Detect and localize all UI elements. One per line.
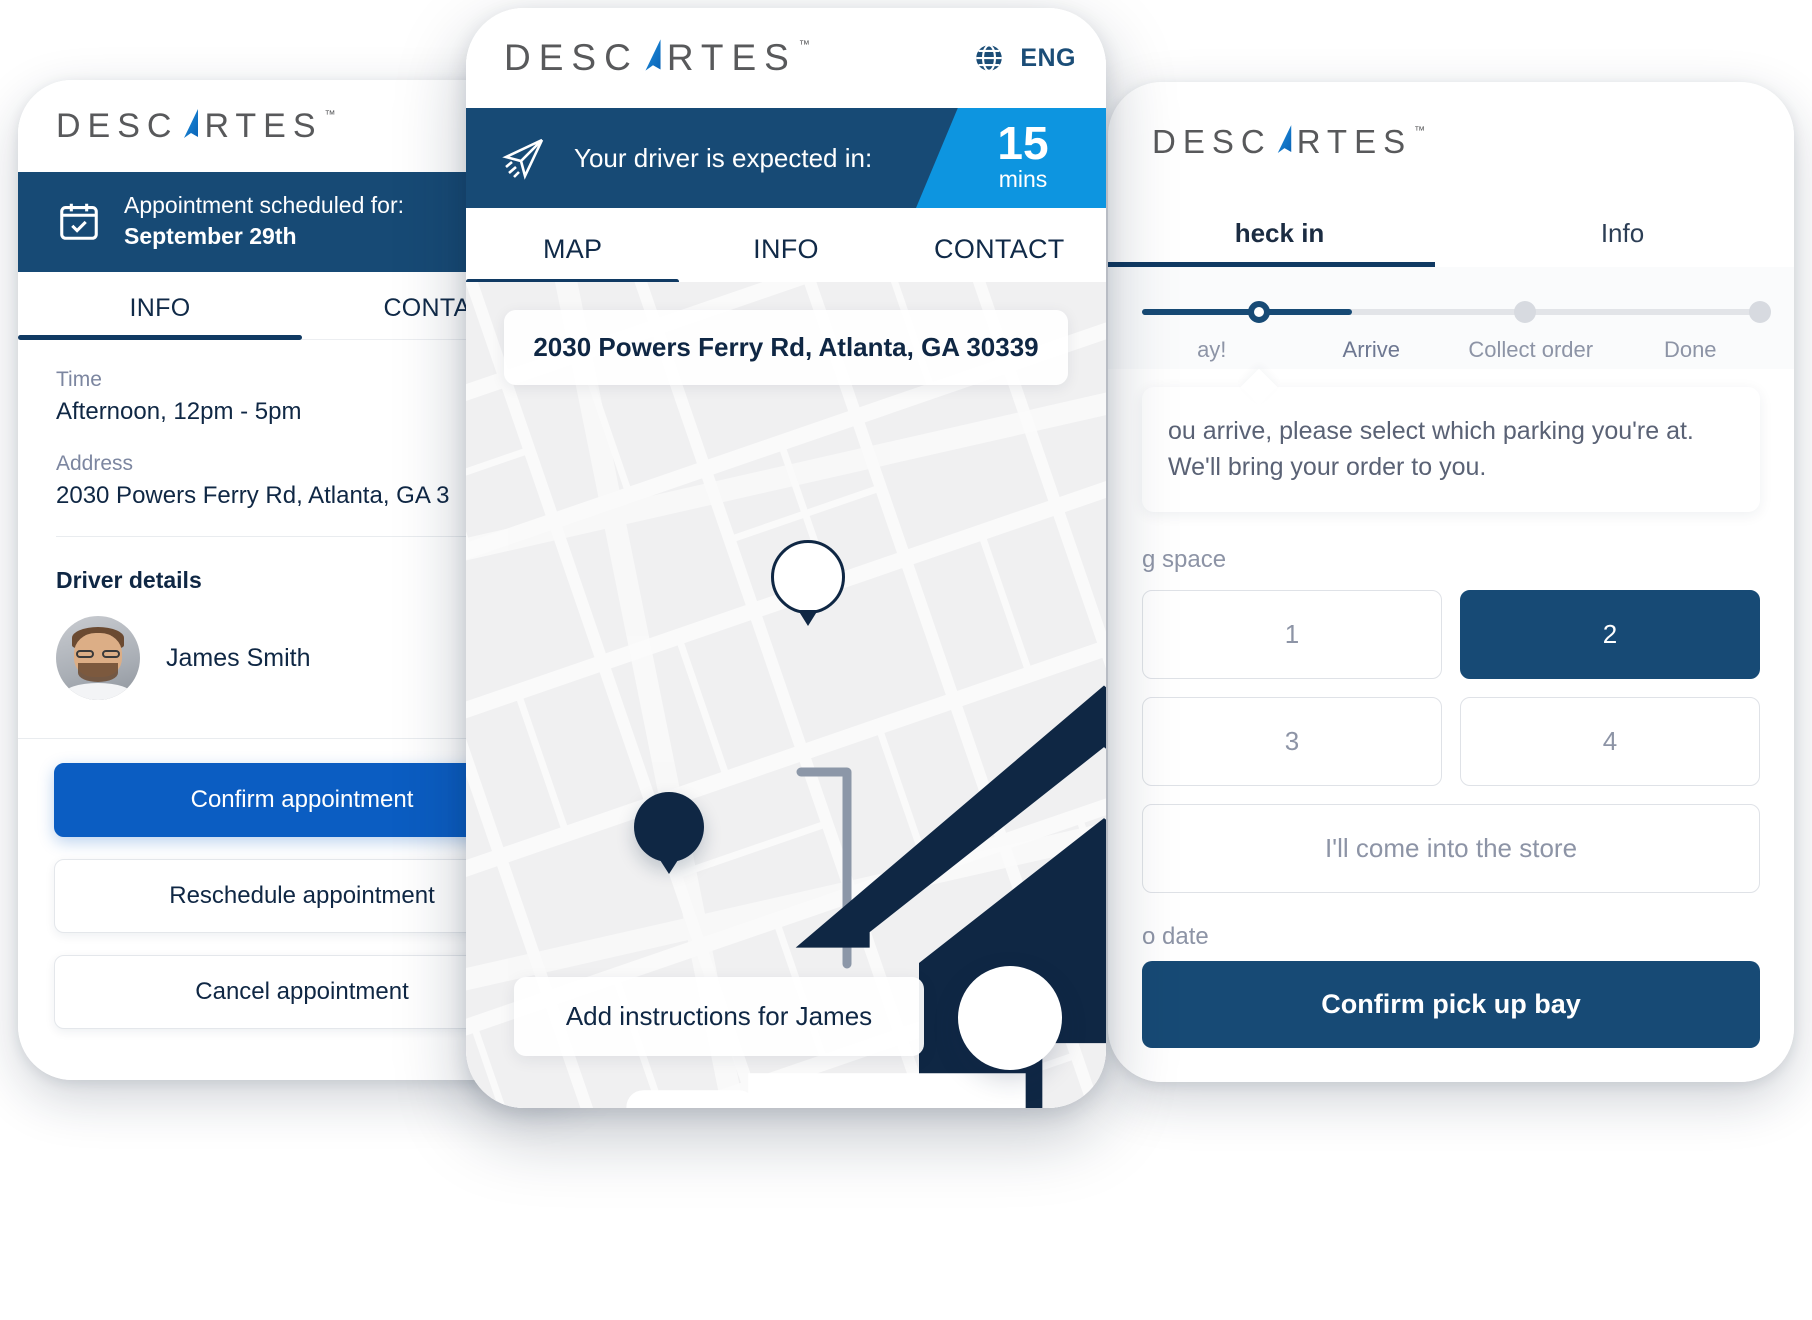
right-screen: DESC RTES ™ heck in Info ay! Arrive Coll…	[1108, 82, 1794, 1082]
confirm-pick-up-bay-button[interactable]: Confirm pick up bay	[1142, 961, 1760, 1048]
calendar-check-icon	[60, 203, 98, 240]
language-selector[interactable]: ENG	[972, 41, 1076, 75]
descartes-logo-right: DESC RTES ™	[1152, 123, 1425, 161]
right-tabs: heck in Info	[1108, 202, 1794, 267]
language-label: ENG	[1020, 43, 1076, 72]
step-label-done: Done	[1663, 337, 1717, 362]
eta-unit: mins	[998, 166, 1048, 193]
tab-map[interactable]: MAP	[466, 208, 680, 284]
eta-banner: Your driver is expected in: 15 mins	[466, 108, 1106, 208]
step-label-collect-order: Collect order	[1468, 337, 1594, 362]
progress-labels: ay! Arrive Collect order Done	[1132, 337, 1770, 363]
logo-text-de: DESC	[56, 106, 179, 145]
progress-track-wrap	[1142, 301, 1771, 323]
parking-space-label: g space	[1142, 545, 1227, 573]
vehicle-pin[interactable]	[626, 792, 1026, 1108]
tab-info[interactable]: INFO	[18, 272, 302, 341]
logo-arrow-icon-center	[645, 39, 661, 71]
descartes-logo-center: DESC RTES ™	[504, 37, 810, 79]
parking-options-grid: 1 2 3 4 I'll come into the store	[1108, 589, 1794, 893]
arrival-instructions-card: ou arrive, please select which parking y…	[1142, 387, 1760, 512]
step-label-arrive: Arrive	[1342, 337, 1400, 362]
parking-option-4[interactable]: 4	[1460, 696, 1760, 786]
logo-text-rtes: RTES	[204, 106, 323, 145]
logo-arrow-icon	[184, 108, 199, 138]
logo-trademark-center: ™	[798, 39, 810, 51]
center-tabs: MAP INFO CONTACT	[466, 208, 1106, 284]
logo-text-de-right: DESC	[1152, 123, 1272, 160]
logo-text-de-center: DESC	[504, 37, 639, 78]
descartes-logo: DESC RTES ™	[56, 107, 336, 146]
logo-text-rtes-right: RTES	[1296, 123, 1413, 160]
appointment-banner-text: Appointment scheduled for: September 29t…	[124, 190, 404, 252]
tab-info-right[interactable]: Info	[1451, 202, 1794, 267]
mockup-stage: DESC RTES ™ Appointment scheduled for: S…	[0, 0, 1812, 1320]
avatar-beard	[77, 663, 119, 682]
tab-contact-center[interactable]: CONTACT	[893, 208, 1106, 283]
map-view[interactable]: 2030 Powers Ferry Rd, Atlanta, GA 30339	[466, 282, 1106, 1108]
parking-option-3[interactable]: 3	[1142, 696, 1442, 786]
step-label-on-my-way: ay!	[1197, 337, 1227, 362]
map-address-card: 2030 Powers Ferry Rd, Atlanta, GA 30339	[504, 310, 1068, 386]
logo-trademark-right: ™	[1414, 125, 1426, 137]
phone-right-checkin: DESC RTES ™ heck in Info ay! Arrive Coll…	[1108, 82, 1794, 1082]
avatar	[56, 616, 140, 701]
pickup-date-label: o date	[1142, 922, 1209, 950]
appointment-banner-line2: September 29th	[124, 223, 297, 250]
chat-bubble-icon	[918, 926, 1106, 1108]
step-dot-collect-order[interactable]	[1514, 301, 1537, 323]
center-header: DESC RTES ™ ENG	[466, 8, 1106, 108]
step-dot-done[interactable]	[1749, 301, 1771, 323]
phone-center-tracking: DESC RTES ™ ENG Your driver is expected …	[466, 8, 1106, 1108]
logo-arrow-icon-right	[1277, 125, 1291, 153]
avatar-glasses	[76, 649, 120, 659]
eta-left: Your driver is expected in:	[466, 134, 872, 182]
avatar-shirt	[64, 683, 132, 701]
driver-name: James Smith	[166, 643, 311, 672]
home-pin[interactable]	[771, 540, 1106, 1108]
logo-trademark: ™	[324, 108, 336, 121]
parking-option-1[interactable]: 1	[1142, 589, 1442, 679]
progress-fill	[1142, 309, 1353, 315]
appointment-banner-line1: Appointment scheduled for:	[124, 192, 405, 218]
right-header: DESC RTES ™	[1108, 82, 1794, 202]
add-instructions-button[interactable]: Add instructions for James	[514, 977, 924, 1056]
center-screen: DESC RTES ™ ENG Your driver is expected …	[466, 8, 1106, 1108]
step-dot-arrive[interactable]	[1248, 301, 1271, 323]
eta-value: 15	[997, 117, 1049, 170]
globe-icon	[976, 44, 1003, 72]
eta-badge: 15 mins	[916, 108, 1106, 208]
parking-option-2[interactable]: 2	[1460, 589, 1760, 679]
tab-check-in[interactable]: heck in	[1108, 202, 1451, 267]
eta-text: Your driver is expected in:	[574, 142, 873, 173]
logo-text-rtes-center: RTES	[666, 37, 797, 78]
come-into-store-option[interactable]: I'll come into the store	[1142, 803, 1760, 893]
checkin-progress: ay! Arrive Collect order Done	[1108, 267, 1794, 369]
chat-fab-button[interactable]	[958, 966, 1062, 1070]
tab-info-center[interactable]: INFO	[679, 208, 892, 283]
paper-plane-icon	[502, 138, 544, 180]
